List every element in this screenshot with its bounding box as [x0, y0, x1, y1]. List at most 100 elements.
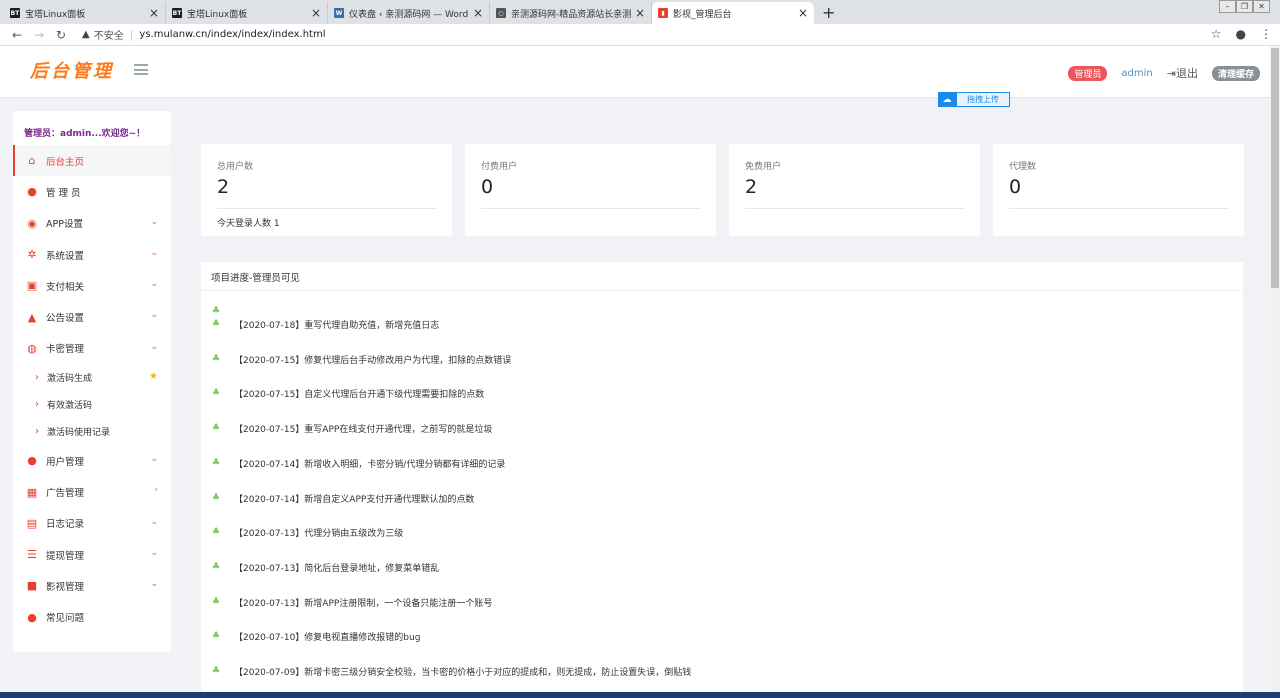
browser-tab[interactable]: W 仪表盘 ‹ 亲测源码网 — WordPr... ×	[328, 2, 490, 24]
timeline-entry: ♣ 【2020-07-18】重写代理自助充值，新增充值日志	[211, 318, 439, 331]
timeline-text: 【2020-07-18】重写代理自助充值，新增充值日志	[234, 321, 440, 331]
app-logo[interactable]: 后台管理	[30, 57, 114, 83]
sidebar-item[interactable]: ▤ 日志记录 ⌄	[13, 508, 171, 539]
stat-value: 0	[481, 176, 494, 198]
sidebar-item-label: 后台主页	[46, 156, 85, 168]
tab-favicon-icon: ○	[496, 8, 506, 18]
sidebar-subitem[interactable]: › 激活码生成 ★	[13, 364, 171, 391]
sidebar-subitem-label: 激活码使用记录	[47, 428, 111, 439]
sidebar-item[interactable]: ● 管 理 员	[13, 176, 171, 207]
restore-icon[interactable]: ❐	[1236, 0, 1253, 13]
browser-tab[interactable]: BT 宝塔Linux面板 ×	[4, 2, 166, 24]
new-tab-button[interactable]: +	[822, 2, 835, 24]
soccer-icon: ◉	[27, 216, 37, 230]
url-input[interactable]: ys.mulanw.cn/index/index/index.html	[139, 29, 325, 40]
browser-tab[interactable]: ▮ 影视_管理后台 ×	[652, 2, 814, 24]
sidebar-item[interactable]: ✲ 系统设置 ⌄	[13, 239, 171, 270]
sidebar-item-label: 卡密管理	[46, 344, 85, 356]
leaf-icon: ♣	[211, 388, 221, 399]
sidebar-item[interactable]: ■ 影视管理 ⌄	[13, 570, 171, 601]
sidebar-item[interactable]: ◍ 卡密管理 ⌄	[13, 333, 171, 364]
os-taskbar	[0, 692, 1280, 698]
menu-toggle-icon[interactable]	[134, 64, 148, 75]
project-progress-panel: 项目进度-管理员可见 ♣ ♣ 【2020-07-18】重写代理自助充值，新增充值日…	[201, 262, 1243, 698]
sidebar-item[interactable]: ⌂ 后台主页	[13, 145, 171, 177]
sidebar-item[interactable]: ▦ 广告管理 ›	[13, 476, 171, 507]
tab-close-icon[interactable]: ×	[149, 6, 159, 20]
url-separator: |	[129, 28, 134, 41]
browser-tab-strip: BT 宝塔Linux面板 × BT 宝塔Linux面板 × W 仪表盘 ‹ 亲测源码网 — W…	[0, 0, 1280, 24]
sidebar-item-label: 影视管理	[46, 581, 85, 593]
stat-value: 2	[217, 176, 230, 198]
leaf-icon: ♣	[211, 319, 221, 329]
chevron-icon: ⌄	[150, 310, 158, 321]
logout-button[interactable]: ⇥退出	[1167, 65, 1198, 81]
leaf-icon: ♣	[211, 596, 221, 607]
timeline-entry: ♣ 【2020-07-14】新增自定义APP支付开通代理默认加的点数	[211, 492, 474, 505]
sidebar-subitem[interactable]: › 激活码使用记录	[13, 418, 171, 445]
leaf-icon: ♣	[211, 457, 221, 468]
stat-card: 免费用户 2	[729, 144, 980, 236]
stat-card: 总用户数 2 今天登录人数 1	[201, 144, 452, 236]
chevron-icon: ⌄	[150, 216, 158, 227]
leaf-icon: ♣	[211, 666, 221, 676]
minimize-icon[interactable]: –	[1219, 0, 1236, 13]
chevron-icon: ⌄	[150, 341, 158, 352]
close-window-icon[interactable]: ✕	[1253, 0, 1270, 13]
tab-close-icon[interactable]: ×	[311, 6, 321, 20]
drag-upload-button[interactable]: ☁ 拖拽上传	[938, 92, 1010, 107]
browser-tab[interactable]: BT 宝塔Linux面板 ×	[166, 2, 328, 24]
sidebar-subitem[interactable]: › 有效激活码	[13, 391, 171, 418]
sign-out-icon: ⇥	[1166, 67, 1176, 80]
browser-menu-icon[interactable]: ⋮	[1260, 27, 1272, 41]
reload-icon[interactable]: ↻	[52, 28, 70, 42]
timeline-text: 【2020-07-13】简化后台登录地址，修复菜单错乱	[234, 563, 440, 574]
users-icon: ●	[27, 454, 37, 468]
address-bar: ← → ↻ ▲ 不安全 | ys.mulanw.cn/index/index/i…	[0, 24, 1280, 46]
timeline-entry: ♣ 【2020-07-10】修复电视直播修改报错的bug	[211, 630, 420, 643]
browser-tab[interactable]: ○ 亲测源码网-精品资源站长亲测 ×	[490, 2, 652, 24]
sidebar-item[interactable]: ▲ 公告设置 ⌄	[13, 301, 171, 332]
globe-icon: ◍	[27, 341, 37, 355]
chevron-icon: ⌄	[150, 579, 158, 590]
back-icon[interactable]: ←	[8, 28, 26, 42]
sidebar-subitem-label: 有效激活码	[47, 401, 93, 412]
timeline-text: 【2020-07-09】新增卡密三级分销安全校验，当卡密的价格小于对应的提成和，…	[234, 668, 692, 678]
sidebar-item[interactable]: ☰ 提现管理 ⌄	[13, 539, 171, 570]
timeline-entry: ♣ 【2020-07-13】代理分销由五级改为三级	[211, 526, 403, 539]
sidebar-item-label: 广告管理	[46, 488, 85, 500]
insecure-label[interactable]: 不安全	[94, 27, 124, 42]
scrollbar-thumb[interactable]	[1271, 48, 1279, 288]
sidebar-item[interactable]: ● 用户管理 ⌄	[13, 445, 171, 476]
chevron-right-icon: ›	[35, 399, 39, 411]
sidebar-item-label: 管 理 员	[46, 187, 81, 199]
tab-close-icon[interactable]: ×	[635, 6, 645, 20]
clear-cache-button[interactable]: 清理缓存	[1211, 65, 1260, 81]
user-icon: ●	[27, 185, 37, 199]
timeline-text: 【2020-07-15】自定义代理后台开通下级代理需要扣除的点数	[234, 390, 485, 401]
timeline-entry: ♣ 【2020-07-14】新增收入明细，卡密分销/代理分销都有详细的记录	[211, 457, 505, 470]
username-link[interactable]: admin	[1121, 68, 1152, 79]
sidebar-item[interactable]: ▣ 支付相关 ⌄	[13, 270, 171, 301]
stat-card: 付费用户 0	[465, 144, 716, 236]
forward-icon[interactable]: →	[30, 28, 48, 42]
profile-icon[interactable]: ●	[1236, 27, 1246, 41]
stat-value: 0	[1009, 176, 1022, 198]
timeline-text: 【2020-07-14】新增收入明细，卡密分销/代理分销都有详细的记录	[234, 459, 506, 470]
welcome-text: 管理员：admin...欢迎您~！	[24, 129, 146, 139]
page-scrollbar[interactable]	[1270, 46, 1280, 698]
chevron-icon: ›	[154, 485, 158, 496]
sidebar-item[interactable]: ◉ APP设置 ⌄	[13, 208, 171, 239]
star-icon[interactable]: ★	[149, 371, 158, 382]
person-icon: ●	[27, 610, 37, 624]
sidebar-item[interactable]: ● 常见问题	[13, 602, 171, 633]
tab-title: 亲测源码网-精品资源站长亲测	[511, 9, 631, 20]
chevron-right-icon: ›	[35, 426, 39, 438]
tab-favicon-icon: BT	[172, 8, 182, 18]
tab-close-icon[interactable]: ×	[473, 6, 483, 20]
bookmark-star-icon[interactable]: ☆	[1211, 27, 1222, 41]
table-icon: ▦	[26, 485, 38, 499]
tab-close-icon[interactable]: ×	[798, 6, 808, 20]
sidebar-item-label: 公告设置	[46, 313, 85, 325]
stat-value: 2	[745, 176, 758, 198]
